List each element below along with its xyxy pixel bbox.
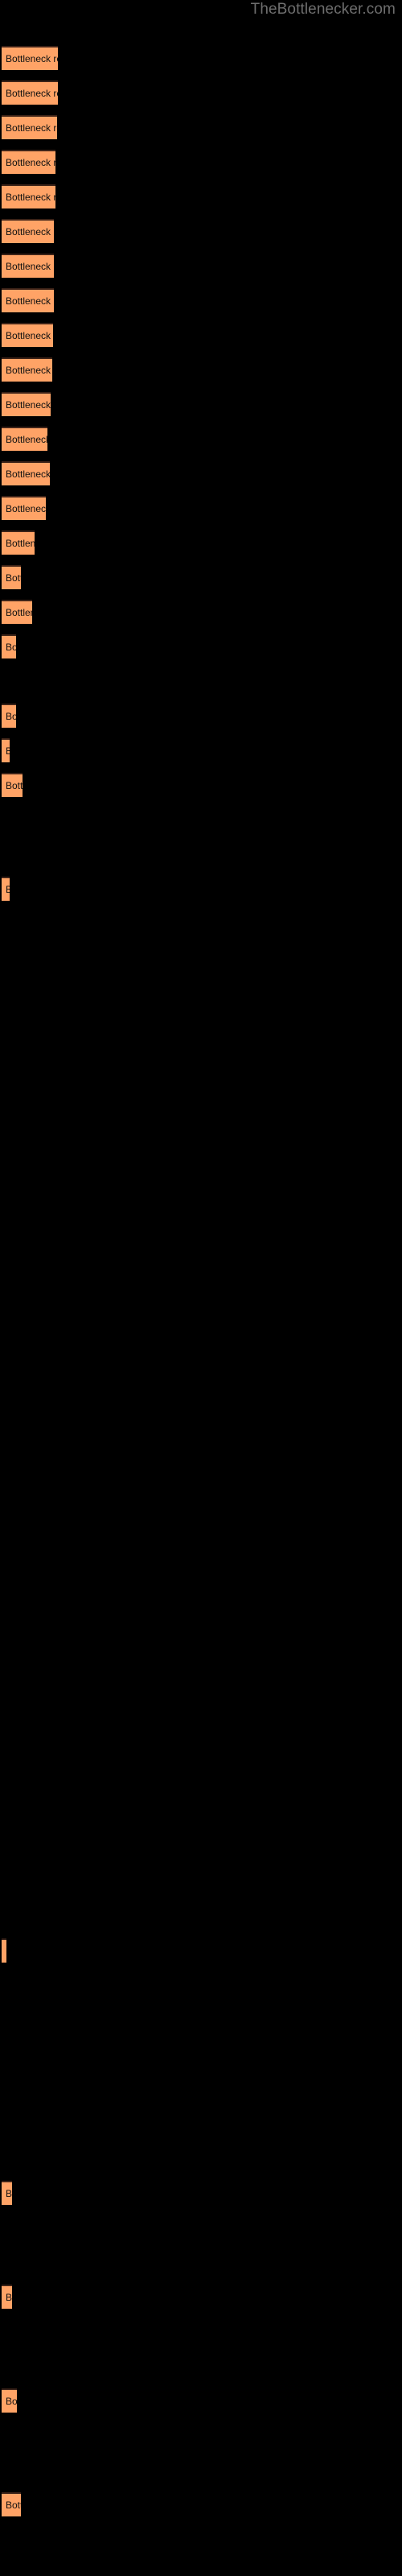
- bar: Bottleneck result: [2, 357, 52, 382]
- bar-label: Bottleneck result: [6, 538, 35, 549]
- bar-label: Bottleneck result: [6, 226, 54, 237]
- bottleneck-chart-root: TheBottlenecker.com Bottleneck resultBot…: [0, 0, 402, 2576]
- bar-label: Bottleneck result: [6, 399, 51, 411]
- bar: Bottleneck result: [2, 738, 10, 762]
- bar: Bottleneck result: [2, 2181, 12, 2205]
- bar: Bottleneck result: [2, 80, 58, 105]
- bar: Bottleneck result: [2, 877, 10, 901]
- bar-label: Bottleneck result: [6, 261, 54, 272]
- bar-label: Bottleneck result: [6, 607, 32, 618]
- bar: Bottleneck result: [2, 115, 57, 139]
- bar-label: Bottleneck result: [6, 642, 16, 653]
- bar-label: Bottleneck result: [6, 503, 46, 514]
- bar: Bottleneck result: [2, 184, 55, 208]
- bar: Bottleneck result: [2, 704, 16, 728]
- bar: Bottleneck result: [2, 427, 47, 451]
- bar-label: Bottleneck result: [6, 2188, 12, 2199]
- bar-label: Bottleneck result: [6, 192, 55, 203]
- bar-label: Bottleneck result: [6, 745, 10, 757]
- bar: Bottleneck result: [2, 46, 58, 70]
- bar-label: Bottleneck result: [6, 711, 16, 722]
- bar: Bottleneck result: [2, 600, 32, 624]
- bar-label: Bottleneck result: [6, 434, 47, 445]
- bar: Bottleneck result: [2, 392, 51, 416]
- bar: Bottleneck result: [2, 634, 16, 658]
- bar: Bottleneck result: [2, 2388, 17, 2413]
- bar-label: Bottleneck result: [6, 330, 53, 341]
- chart-plot-area: Bottleneck result Bottleneck result Bottle…: [0, 0, 402, 2576]
- bar-label: Bottleneck result: [6, 365, 52, 376]
- bar-label: Bottleneck result: [6, 572, 21, 584]
- bar: Bottleneck result: [2, 496, 46, 520]
- bar: Bottleneck result: [2, 2285, 12, 2309]
- bar-label: Bottleneck result: [6, 469, 50, 480]
- bar-label: Bottleneck result: [6, 88, 58, 99]
- bar: Bottleneck result: [2, 288, 54, 312]
- bar: Bottleneck result: [2, 773, 23, 797]
- bar: Bottleneck result: [2, 254, 54, 278]
- bar-label: Bottleneck result: [6, 157, 55, 168]
- bar: Bottleneck result: [2, 323, 53, 347]
- bar-label: Bottleneck result: [6, 295, 54, 307]
- bar: Bottleneck result: [2, 565, 21, 589]
- bar: Bottleneck result: [2, 1938, 6, 1963]
- bar-label: Bottleneck result: [6, 884, 10, 895]
- bar: Bottleneck result: [2, 2492, 21, 2516]
- bar-label: Bottleneck result: [6, 2500, 21, 2511]
- bar: Bottleneck result: [2, 530, 35, 555]
- bar: Bottleneck result: [2, 461, 50, 485]
- bar-label: Bottleneck result: [6, 2396, 17, 2407]
- bar: Bottleneck result: [2, 219, 54, 243]
- bar-label: Bottleneck result: [6, 780, 23, 791]
- bar-label: Bottleneck result: [6, 2292, 12, 2303]
- bar-label: Bottleneck result: [6, 53, 58, 64]
- bar-label: Bottleneck result: [6, 122, 57, 134]
- bar: Bottleneck result: [2, 150, 55, 174]
